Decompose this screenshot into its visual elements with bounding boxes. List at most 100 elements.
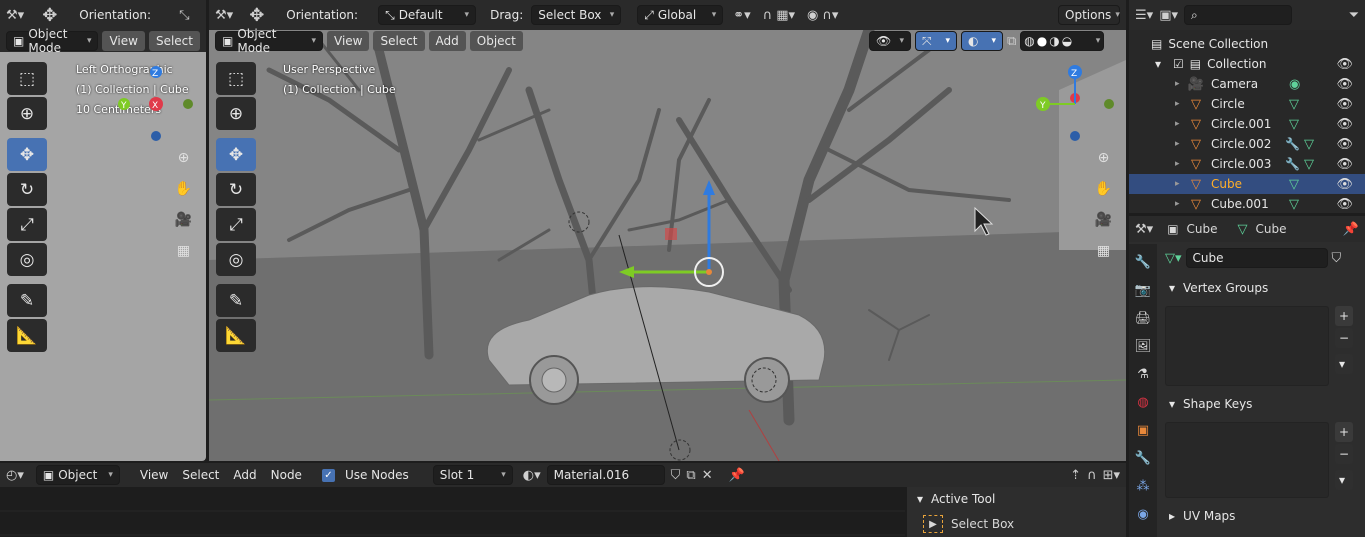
expand-icon[interactable]: ▸: [1175, 119, 1187, 129]
select-box-tool[interactable]: ⬚: [216, 62, 256, 95]
snap-icon[interactable]: ∩: [763, 8, 773, 23]
falloff-icon[interactable]: ∩▾: [822, 8, 838, 23]
left-nav-gizmo[interactable]: Z X Y: [110, 62, 200, 142]
expand-icon[interactable]: ▸: [1175, 199, 1187, 209]
transform-gizmo-icon[interactable]: ✥: [249, 5, 264, 26]
add-vertex-group-button[interactable]: +: [1335, 306, 1354, 326]
editor-type-icon[interactable]: ☰▾: [1135, 8, 1153, 23]
duplicate-material-icon[interactable]: ⧉: [686, 468, 695, 483]
expand-icon[interactable]: ▸: [1175, 139, 1187, 149]
modifier-icon[interactable]: 🔧: [1285, 157, 1300, 171]
shape-keys-panel-header[interactable]: ▾ Shape Keys: [1159, 392, 1365, 416]
pin-icon[interactable]: 📌: [1343, 222, 1359, 237]
snap-element-icon[interactable]: ⊞▾: [1103, 468, 1120, 483]
annotate-tool[interactable]: ✎: [7, 284, 47, 317]
eye-icon[interactable]: 👁: [1336, 177, 1353, 192]
material-icon[interactable]: ◑: [1049, 34, 1059, 48]
annotate-tool[interactable]: ✎: [216, 284, 256, 317]
gizmo-toggle[interactable]: ⤧ ▾: [915, 31, 957, 51]
node-menu-view[interactable]: View: [136, 468, 172, 482]
snap-target-icon[interactable]: ▦▾: [776, 8, 795, 23]
wireframe-icon[interactable]: ◍: [1024, 34, 1034, 48]
mesh-data-icon[interactable]: ▽: [1289, 117, 1299, 132]
main-mode-dropdown[interactable]: ▣ Object Mode ▾: [215, 27, 323, 55]
cursor-tool[interactable]: ⊕: [7, 97, 47, 130]
slot-dropdown[interactable]: Slot 1 ▾: [432, 465, 513, 485]
outliner-item[interactable]: ▸ ▽ Circle.001 ▽ 👁: [1129, 114, 1365, 134]
fake-user-shield-icon[interactable]: ⛉: [1332, 251, 1342, 266]
material-name-field[interactable]: Material.016: [546, 465, 665, 485]
node-editor-grid[interactable]: [0, 487, 905, 537]
mesh-data-icon[interactable]: ▽: [1304, 137, 1314, 152]
expand-icon[interactable]: ▾: [1155, 57, 1167, 71]
tool-tab-icon[interactable]: 🔧: [1132, 250, 1154, 274]
eye-icon[interactable]: 👁: [1336, 137, 1353, 152]
outliner-search[interactable]: ⌕: [1184, 5, 1292, 25]
grid-toggle-icon[interactable]: ▦: [1090, 237, 1117, 264]
editor-type-icon[interactable]: ◴▾: [6, 468, 24, 483]
camera-data-icon[interactable]: ◉: [1289, 77, 1300, 92]
material-browse-icon[interactable]: ◐▾: [523, 468, 541, 483]
left-viewport[interactable]: ⚒▾ ✥ Orientation: ⤡ ▣ Object Mode ▾ View S…: [0, 0, 206, 461]
mesh-name-field[interactable]: Cube: [1185, 248, 1328, 268]
outliner-item[interactable]: ▸ ▽ Circle.002 🔧 ▽ 👁: [1129, 134, 1365, 154]
cursor-tool[interactable]: ⊕: [216, 97, 256, 130]
view-layer-tab-icon[interactable]: 🖼: [1132, 334, 1154, 358]
visibility-dropdown[interactable]: 👁 ▾: [869, 31, 911, 51]
active-tool-header[interactable]: ▾ Active Tool: [907, 487, 1126, 511]
mesh-data-icon[interactable]: ▽: [1289, 177, 1299, 192]
menu-object[interactable]: Object: [469, 31, 523, 51]
vertex-groups-panel-header[interactable]: ▾ Vertex Groups: [1159, 276, 1365, 300]
outliner-item[interactable]: ▸ ▽ Circle.003 🔧 ▽ 👁: [1129, 154, 1365, 174]
expand-icon[interactable]: ▸: [1175, 179, 1187, 189]
outliner-item[interactable]: ▸ 🎥 Camera ◉ 👁: [1129, 74, 1365, 94]
transform-gizmo-icon[interactable]: ✥: [42, 5, 57, 26]
snap-icon[interactable]: ∩: [1087, 468, 1097, 483]
editor-type-icon[interactable]: ⚒▾: [1135, 222, 1153, 237]
physics-tab-icon[interactable]: ◉: [1132, 502, 1154, 526]
eye-icon[interactable]: 👁: [1336, 57, 1353, 72]
expand-icon[interactable]: ▸: [1175, 159, 1187, 169]
unlink-material-icon[interactable]: ✕: [702, 468, 713, 483]
transform-tool[interactable]: ◎: [7, 243, 47, 276]
eye-icon[interactable]: 👁: [1336, 117, 1353, 132]
world-tab-icon[interactable]: ◍: [1132, 390, 1154, 414]
outliner-item[interactable]: ▸ ▽ Circle ▽ 👁: [1129, 94, 1365, 114]
modifier-tab-icon[interactable]: 🔧: [1132, 446, 1154, 470]
vertex-groups-list[interactable]: [1165, 306, 1329, 386]
remove-shape-key-button[interactable]: −: [1335, 444, 1354, 464]
eye-icon[interactable]: 👁: [1336, 77, 1353, 92]
camera-view-icon[interactable]: 🎥: [1090, 206, 1117, 233]
main-nav-gizmo[interactable]: Z Y: [1035, 62, 1125, 142]
node-menu-add[interactable]: Add: [229, 468, 260, 482]
main-viewport[interactable]: ⚒▾ ✥ Orientation: ⤡ Default ▾ Drag: Select…: [209, 0, 1126, 461]
filter-icon[interactable]: ⏷: [1349, 8, 1359, 23]
shader-type-dropdown[interactable]: ▣ Object ▾: [35, 465, 120, 485]
scale-tool[interactable]: ⤢: [7, 208, 47, 241]
modifier-icon[interactable]: 🔧: [1285, 137, 1300, 151]
uv-maps-panel-header[interactable]: ▸ UV Maps: [1159, 504, 1365, 528]
mesh-data-icon[interactable]: ▽: [1289, 197, 1299, 212]
measure-tool[interactable]: 📐: [7, 319, 47, 352]
eye-icon[interactable]: 👁: [1336, 197, 1353, 212]
checkbox-icon[interactable]: ☑: [1173, 57, 1184, 71]
outliner-item[interactable]: ▸ ▽ Cube.001 ▽ 👁: [1129, 194, 1365, 213]
editor-type-icon[interactable]: ⚒▾: [6, 8, 24, 23]
scale-tool[interactable]: ⤢: [216, 208, 256, 241]
measure-tool[interactable]: 📐: [216, 319, 256, 352]
use-nodes-checkbox[interactable]: ✓: [321, 468, 335, 482]
add-shape-key-button[interactable]: +: [1335, 422, 1354, 442]
outliner-item[interactable]: ▸ ▽ Cube ▽ 👁: [1129, 174, 1365, 194]
rotate-tool[interactable]: ↻: [216, 173, 256, 206]
node-menu-node[interactable]: Node: [267, 468, 306, 482]
options-dropdown[interactable]: Options ▾: [1058, 5, 1120, 25]
menu-select[interactable]: Select: [373, 31, 425, 51]
mesh-data-icon[interactable]: ▽▾: [1165, 251, 1182, 266]
move-tool[interactable]: ✥: [216, 138, 256, 171]
output-tab-icon[interactable]: 🖨: [1132, 306, 1154, 330]
shape-key-specials-button[interactable]: ▾: [1335, 470, 1354, 490]
render-tab-icon[interactable]: 📷: [1132, 278, 1154, 302]
node-menu-select[interactable]: Select: [178, 468, 223, 482]
expand-icon[interactable]: ▸: [1175, 99, 1187, 109]
particles-tab-icon[interactable]: ⁂: [1132, 474, 1154, 498]
